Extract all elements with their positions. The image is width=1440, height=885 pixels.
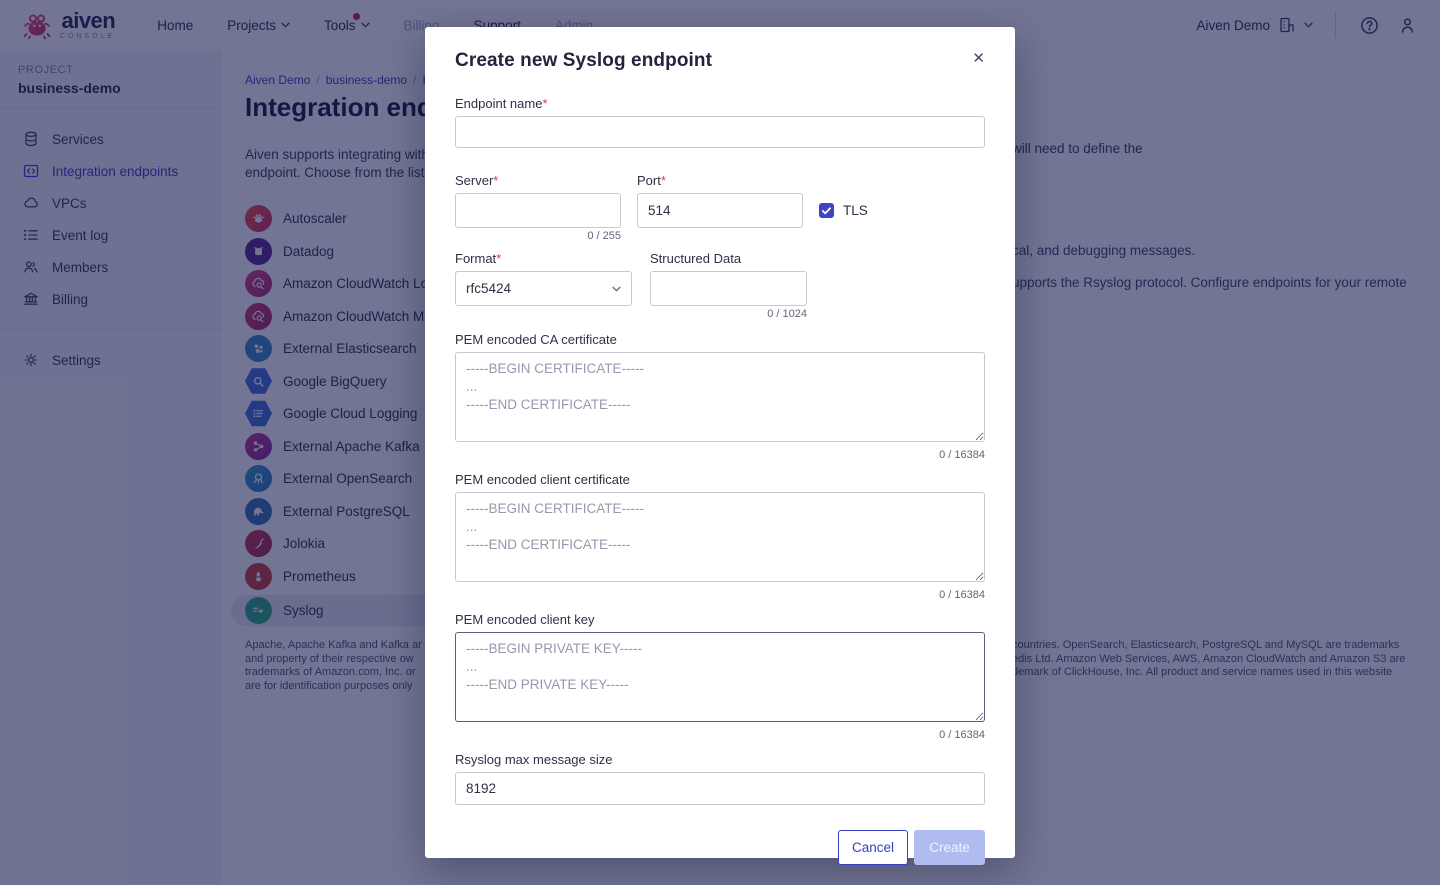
check-icon [822,207,831,215]
required-asterisk: * [661,173,666,188]
tls-checkbox[interactable] [819,203,834,218]
required-asterisk: * [542,96,547,111]
required-asterisk: * [493,173,498,188]
create-syslog-endpoint-dialog: Create new Syslog endpoint ✕ Endpoint na… [425,27,1015,858]
tls-label: TLS [843,203,868,218]
app-window: aiven CONSOLE Home Projects Tools Billin… [0,0,1440,885]
client-key-char-counter: 0 / 16384 [455,729,985,742]
client-certificate-label: PEM encoded client certificate [455,472,985,487]
chevron-down-icon [612,286,621,292]
format-select[interactable]: rfc5424 [455,271,632,306]
client-key-label: PEM encoded client key [455,612,985,627]
rsyslog-max-size-field[interactable] [455,772,985,805]
endpoint-name-field[interactable] [455,116,985,148]
client-key-field[interactable] [455,632,985,722]
create-button[interactable]: Create [914,830,985,865]
server-char-counter: 0 / 255 [455,230,621,243]
cancel-button[interactable]: Cancel [838,830,908,865]
port-label: Port* [637,173,803,188]
port-field[interactable] [637,193,803,228]
client-certificate-field[interactable] [455,492,985,582]
required-asterisk: * [496,251,501,266]
client-certificate-char-counter: 0 / 16384 [455,589,985,602]
format-label: Format* [455,251,632,266]
close-icon[interactable]: ✕ [972,50,985,68]
server-label: Server* [455,173,621,188]
dialog-title: Create new Syslog endpoint [455,50,712,72]
ca-certificate-label: PEM encoded CA certificate [455,332,985,347]
endpoint-name-label: Endpoint name* [455,96,985,111]
rsyslog-max-size-label: Rsyslog max message size [455,752,985,767]
ca-certificate-field[interactable] [455,352,985,442]
structured-data-label: Structured Data [650,251,807,266]
structured-data-char-counter: 0 / 1024 [650,308,807,321]
server-field[interactable] [455,193,621,228]
format-selected-value: rfc5424 [466,281,511,296]
ca-certificate-char-counter: 0 / 16384 [455,449,985,462]
structured-data-field[interactable] [650,271,807,306]
